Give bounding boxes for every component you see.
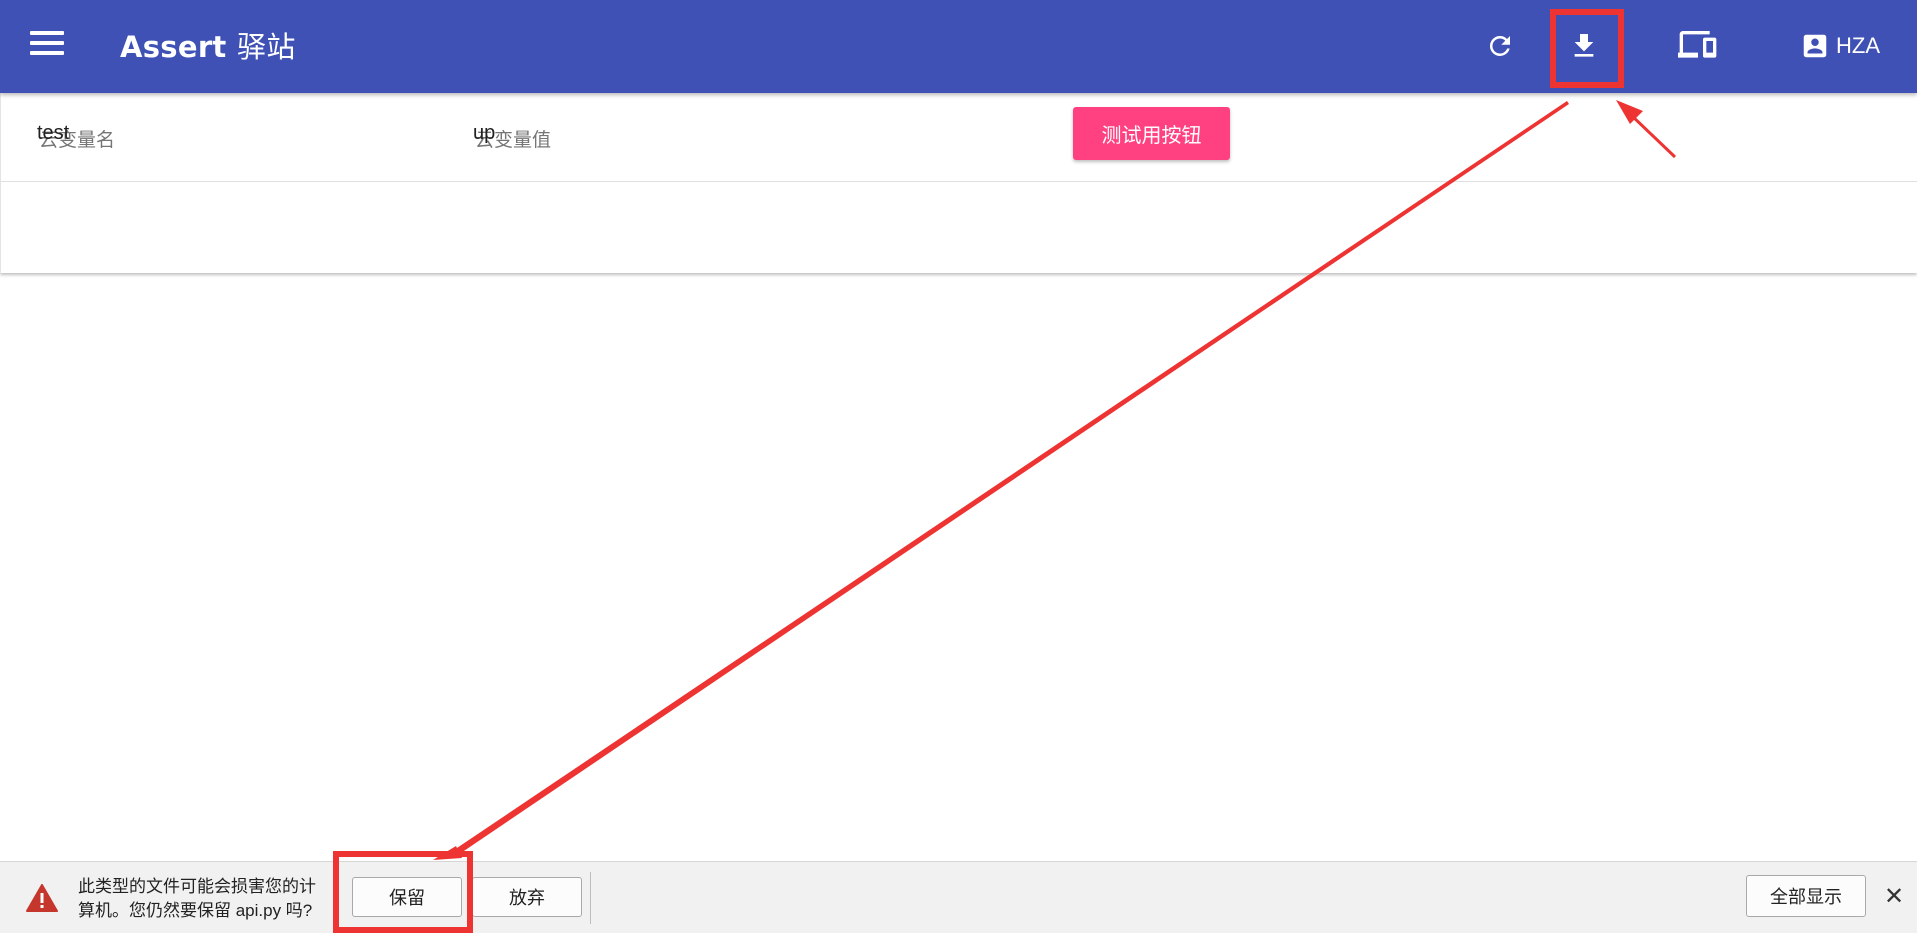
download-bar-divider — [590, 872, 591, 924]
menu-icon-bar — [30, 41, 64, 45]
download-button[interactable] — [1560, 22, 1608, 70]
app-bar: Assert 驿站 HZA — [0, 0, 1917, 93]
app-title: Assert 驿站 — [120, 24, 296, 66]
show-all-downloads-button[interactable]: 全部显示 — [1746, 875, 1866, 917]
page: Assert 驿站 HZA 云变量名 云变量值 test up 测试用按钮 此类… — [0, 0, 1917, 933]
account-name: HZA — [1836, 33, 1880, 58]
download-warning-line-1: 此类型的文件可能会损害您的计 — [78, 877, 316, 896]
download-bar: 此类型的文件可能会损害您的计 算机。您仍然要保留 api.py 吗? 保留 放弃… — [0, 861, 1917, 933]
account-button[interactable]: HZA — [1800, 22, 1900, 70]
app-title-cn: 驿站 — [237, 30, 296, 64]
menu-icon-bar — [30, 31, 64, 35]
download-warning-line-2: 算机。您仍然要保留 api.py 吗? — [78, 901, 313, 920]
menu-icon-bar — [30, 51, 64, 55]
warning-icon — [26, 884, 58, 912]
discard-button[interactable]: 放弃 — [472, 877, 582, 917]
cell-variable-name: test — [37, 122, 70, 144]
variables-table: 云变量名 云变量值 操作 — [0, 93, 1917, 273]
cell-variable-value: up — [473, 122, 496, 144]
test-button[interactable]: 测试用按钮 — [1073, 107, 1230, 160]
download-icon — [1574, 34, 1594, 57]
table-header-row: 云变量名 云变量值 操作 — [1, 93, 1917, 182]
devices-button[interactable] — [1674, 22, 1722, 70]
account-box-icon — [1803, 34, 1827, 58]
table-row — [1, 182, 1917, 273]
menu-button[interactable] — [30, 31, 64, 59]
keep-button[interactable]: 保留 — [352, 877, 462, 917]
download-warning-text: 此类型的文件可能会损害您的计 算机。您仍然要保留 api.py 吗? — [78, 875, 338, 923]
refresh-icon — [1489, 35, 1510, 56]
devices-icon — [1678, 31, 1717, 58]
refresh-button[interactable] — [1476, 22, 1524, 70]
close-download-bar-button[interactable]: ✕ — [1880, 882, 1908, 910]
app-title-latin: Assert — [120, 30, 227, 64]
